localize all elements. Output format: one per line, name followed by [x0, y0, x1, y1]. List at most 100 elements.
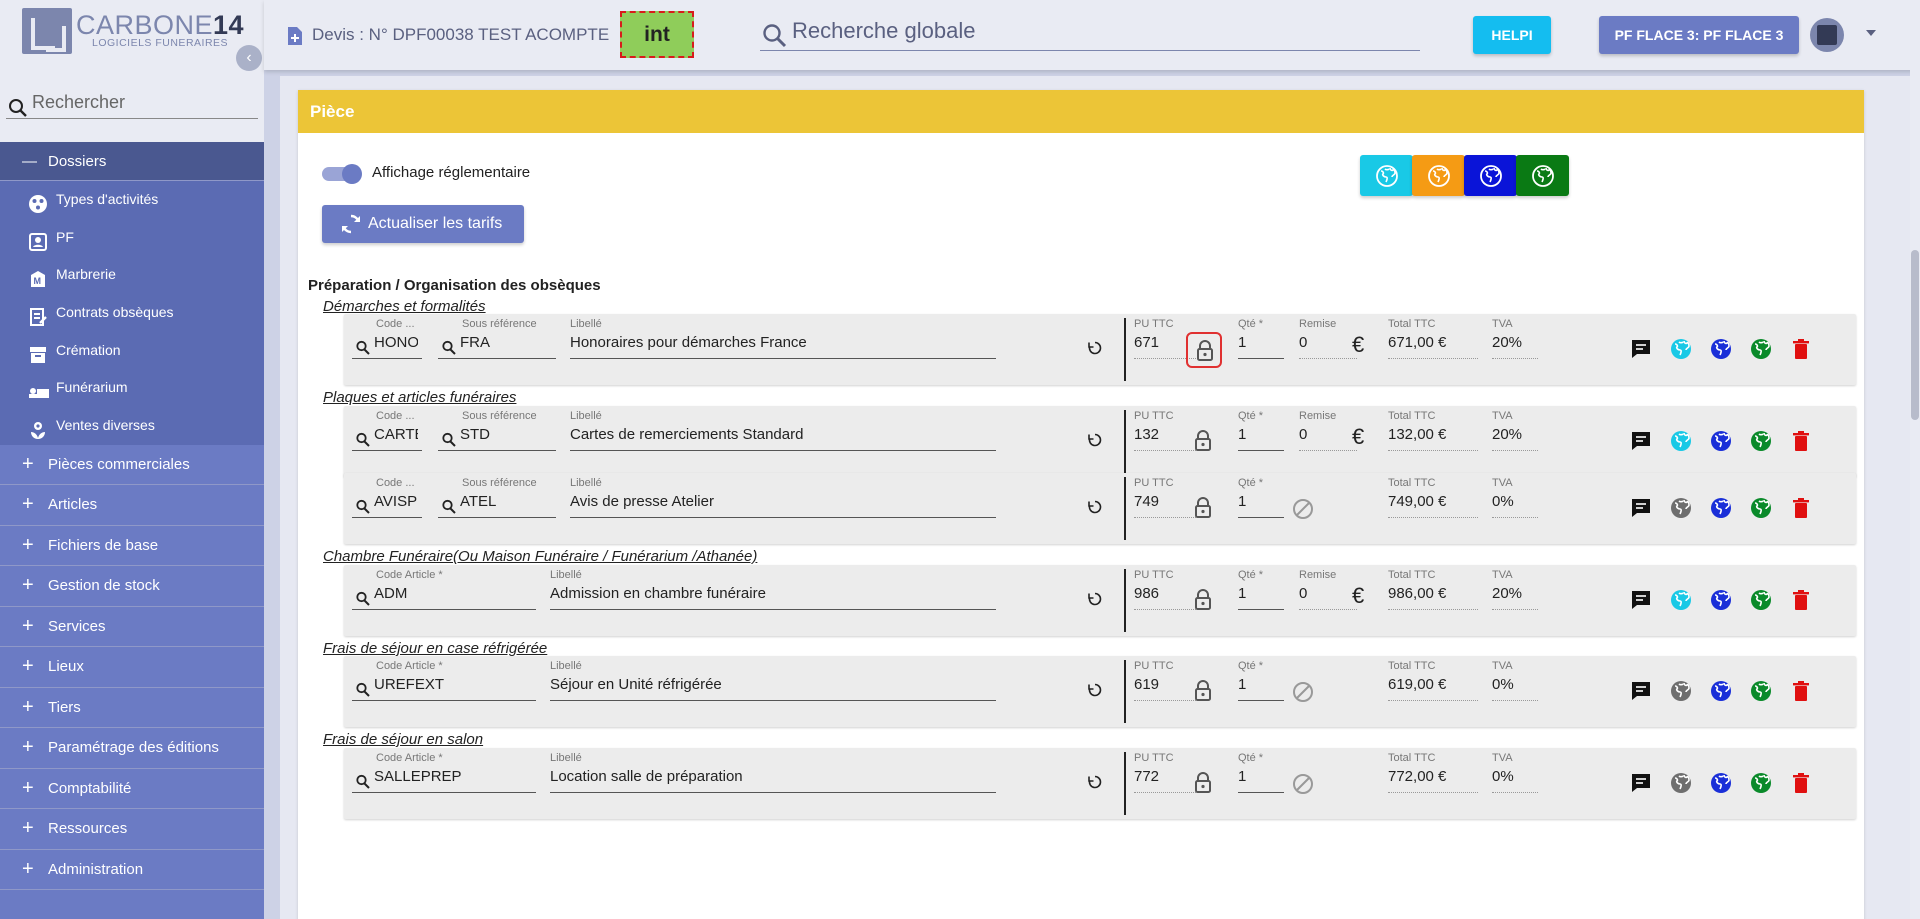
article-code-field[interactable]: Code Article * ADM: [352, 565, 536, 625]
sidebar-item-dossiers[interactable]: — Dossiers: [0, 142, 264, 181]
quantity-field[interactable]: Qté * 1: [1238, 314, 1284, 374]
sub-reference-field[interactable]: Sous référence FRA: [438, 314, 556, 374]
green-globe-icon[interactable]: [1750, 680, 1772, 702]
delete-icon[interactable]: [1790, 338, 1812, 360]
refresh-prices-button[interactable]: Actualiser les tarifs: [322, 205, 524, 243]
euro-icon[interactable]: €: [1352, 332, 1364, 358]
total-field[interactable]: Total TTC 132,00 €: [1388, 406, 1478, 466]
sidebar-item[interactable]: + Administration: [0, 849, 264, 891]
sidebar-item[interactable]: + Pièces commerciales: [0, 444, 264, 486]
code-field[interactable]: Code ... CARTE: [352, 406, 422, 466]
green-globe-icon[interactable]: [1750, 430, 1772, 452]
delete-icon[interactable]: [1790, 680, 1812, 702]
sidebar-item[interactable]: + Ressources: [0, 809, 264, 850]
sidebar-item[interactable]: + Paramétrage des éditions: [0, 728, 264, 769]
sidebar-item[interactable]: + Tiers: [0, 687, 264, 729]
sidebar-subitem[interactable]: Crémation: [0, 331, 264, 370]
total-field[interactable]: Total TTC 772,00 €: [1388, 748, 1478, 808]
sidebar-item[interactable]: + Gestion de stock: [0, 566, 264, 607]
code-field[interactable]: Code ... HONO: [352, 314, 422, 374]
price-lock-button[interactable]: [1186, 424, 1222, 460]
comment-icon[interactable]: [1630, 338, 1652, 360]
article-code-field[interactable]: Code Article * UREFEXT: [352, 656, 536, 716]
label-field[interactable]: Libellé Cartes de remerciements Standard: [570, 406, 996, 466]
reset-label-icon[interactable]: [1087, 774, 1103, 795]
chevron-down-icon[interactable]: [1866, 30, 1876, 36]
discount-field[interactable]: Remise 0: [1299, 406, 1357, 466]
euro-icon[interactable]: €: [1352, 424, 1364, 450]
vat-field[interactable]: TVA 20%: [1492, 565, 1538, 625]
delete-icon[interactable]: [1790, 430, 1812, 452]
page-scrollbar[interactable]: [1910, 70, 1920, 919]
reset-label-icon[interactable]: [1087, 591, 1103, 612]
green-globe-icon[interactable]: [1750, 589, 1772, 611]
quantity-field[interactable]: Qté * 1: [1238, 473, 1284, 533]
comment-icon[interactable]: [1630, 589, 1652, 611]
discount-field[interactable]: Remise 0: [1299, 565, 1357, 625]
sub-reference-field[interactable]: Sous référence STD: [438, 406, 556, 466]
sidebar-subitem[interactable]: Types d'activités: [0, 181, 264, 219]
sidebar-item[interactable]: + Services: [0, 606, 264, 648]
code-field[interactable]: Code ... AVISP: [352, 473, 422, 533]
sidebar-subitem[interactable]: PF: [0, 218, 264, 257]
blue-globe-icon[interactable]: [1710, 680, 1732, 702]
green-globe-icon[interactable]: [1750, 497, 1772, 519]
globe-filter-button[interactable]: [1464, 155, 1517, 196]
vat-field[interactable]: TVA 0%: [1492, 748, 1538, 808]
label-field[interactable]: Libellé Location salle de préparation: [550, 748, 996, 808]
delete-icon[interactable]: [1790, 497, 1812, 519]
price-lock-button[interactable]: [1186, 766, 1222, 802]
delete-icon[interactable]: [1790, 589, 1812, 611]
blue-globe-icon[interactable]: [1710, 430, 1732, 452]
vat-field[interactable]: TVA 0%: [1492, 656, 1538, 716]
vat-field[interactable]: TVA 0%: [1492, 473, 1538, 533]
avatar[interactable]: [1810, 18, 1844, 52]
label-field[interactable]: Libellé Admission en chambre funéraire: [550, 565, 996, 625]
reset-label-icon[interactable]: [1087, 432, 1103, 453]
sidebar-item[interactable]: + Comptabilité: [0, 768, 264, 810]
blue-globe-icon[interactable]: [1710, 497, 1732, 519]
total-field[interactable]: Total TTC 986,00 €: [1388, 565, 1478, 625]
globe-filter-button[interactable]: [1360, 155, 1413, 196]
quantity-field[interactable]: Qté * 1: [1238, 656, 1284, 716]
euro-icon[interactable]: €: [1352, 583, 1364, 609]
comment-icon[interactable]: [1630, 680, 1652, 702]
collapse-sidebar-button[interactable]: ‹: [236, 45, 262, 71]
green-globe-icon[interactable]: [1750, 338, 1772, 360]
regulatory-display-toggle[interactable]: [322, 164, 362, 184]
status-globe-icon[interactable]: [1670, 772, 1692, 794]
scrollbar-thumb[interactable]: [1911, 250, 1919, 420]
total-field[interactable]: Total TTC 671,00 €: [1388, 314, 1478, 374]
reset-label-icon[interactable]: [1087, 682, 1103, 703]
comment-icon[interactable]: [1630, 772, 1652, 794]
price-lock-button[interactable]: [1186, 332, 1222, 368]
help-button[interactable]: HELPI: [1473, 16, 1551, 54]
sidebar-item[interactable]: + Lieux: [0, 647, 264, 688]
quantity-field[interactable]: Qté * 1: [1238, 565, 1284, 625]
label-field[interactable]: Libellé Avis de presse Atelier: [570, 473, 996, 533]
blue-globe-icon[interactable]: [1710, 338, 1732, 360]
total-field[interactable]: Total TTC 749,00 €: [1388, 473, 1478, 533]
reset-label-icon[interactable]: [1087, 340, 1103, 361]
sidebar-subitem[interactable]: Funérarium: [0, 369, 264, 408]
sub-reference-field[interactable]: Sous référence ATEL: [438, 473, 556, 533]
blue-globe-icon[interactable]: [1710, 772, 1732, 794]
comment-icon[interactable]: [1630, 497, 1652, 519]
reset-label-icon[interactable]: [1087, 499, 1103, 520]
price-lock-button[interactable]: [1186, 674, 1222, 710]
global-search-input[interactable]: Recherche globale: [792, 18, 975, 44]
status-globe-icon[interactable]: [1670, 430, 1692, 452]
comment-icon[interactable]: [1630, 430, 1652, 452]
status-globe-icon[interactable]: [1670, 497, 1692, 519]
price-lock-button[interactable]: [1186, 491, 1222, 527]
sidebar-subitem[interactable]: M Marbrerie: [0, 256, 264, 295]
total-field[interactable]: Total TTC 619,00 €: [1388, 656, 1478, 716]
status-globe-icon[interactable]: [1670, 680, 1692, 702]
sidebar-search-input[interactable]: Rechercher: [32, 92, 125, 113]
globe-filter-button[interactable]: [1412, 155, 1465, 196]
green-globe-icon[interactable]: [1750, 772, 1772, 794]
globe-filter-button[interactable]: [1516, 155, 1569, 196]
quantity-field[interactable]: Qté * 1: [1238, 748, 1284, 808]
status-globe-icon[interactable]: [1670, 338, 1692, 360]
delete-icon[interactable]: [1790, 772, 1812, 794]
